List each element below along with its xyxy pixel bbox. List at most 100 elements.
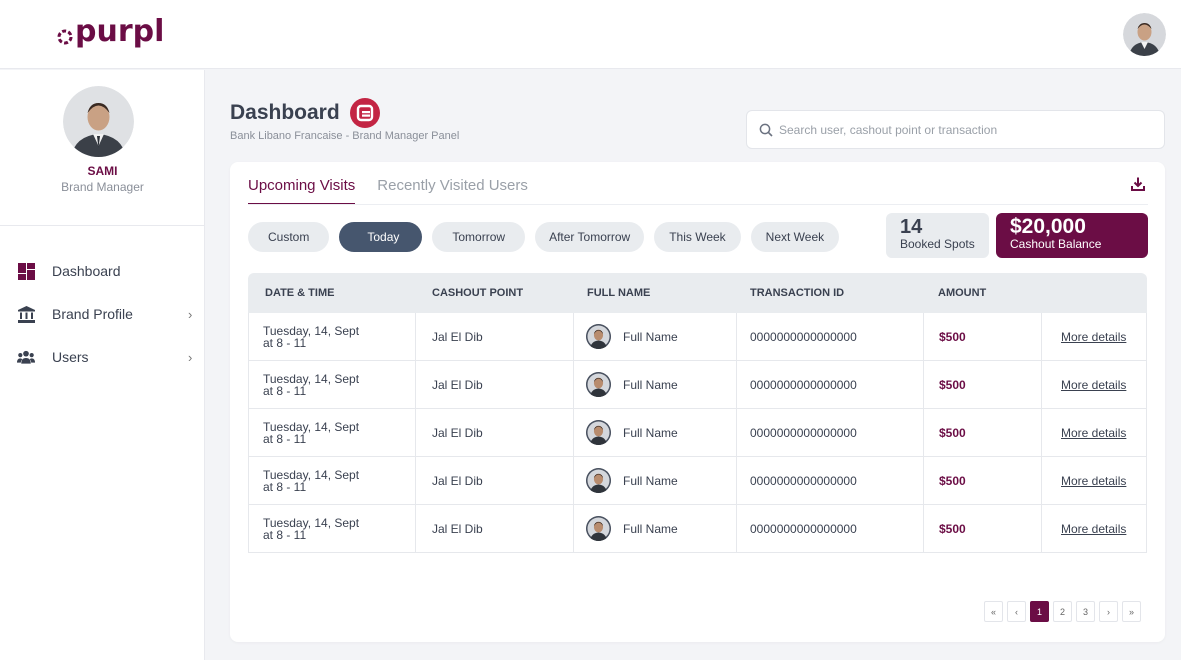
column-divider: [1041, 457, 1042, 504]
cashout-point-cell: Jal El Dib: [432, 521, 483, 536]
profile-avatar[interactable]: [63, 86, 134, 157]
users-icon: [17, 348, 35, 366]
amount-cell: $500: [939, 377, 966, 392]
transaction-id-cell: 0000000000000000: [750, 473, 857, 488]
date-time-cell: Tuesday, 14, Sept at 8 - 11: [263, 361, 359, 408]
booked-spots-stat: 14 Booked Spots: [886, 213, 989, 258]
table-row: Tuesday, 14, Sept at 8 - 11 Jal El Dib F…: [248, 361, 1147, 409]
column-divider: [923, 361, 924, 408]
full-name-cell: Full Name: [586, 313, 678, 360]
booked-spots-value: 14: [900, 216, 923, 238]
transaction-id-cell: 0000000000000000: [750, 521, 857, 536]
column-divider: [923, 505, 924, 552]
filter-this-week[interactable]: This Week: [654, 222, 741, 252]
date-time-cell: Tuesday, 14, Sept at 8 - 11: [263, 409, 359, 456]
user-avatar: [586, 516, 611, 541]
tab-upcoming-visits[interactable]: Upcoming Visits: [248, 174, 356, 205]
transaction-id-cell: 0000000000000000: [750, 425, 857, 440]
amount-cell: $500: [939, 521, 966, 536]
filter-next-week[interactable]: Next Week: [750, 222, 840, 252]
column-header: AMOUNT: [938, 287, 987, 299]
more-details-cell: More details: [1061, 457, 1126, 504]
column-divider: [1041, 409, 1042, 456]
column-divider: [573, 313, 574, 360]
cashout-balance-stat: $20,000 Cashout Balance: [996, 213, 1148, 258]
more-details-link[interactable]: More details: [1061, 378, 1126, 392]
transaction-id-cell: 0000000000000000: [750, 329, 857, 344]
more-details-link[interactable]: More details: [1061, 474, 1126, 488]
cashout-point-cell: Jal El Dib: [432, 329, 483, 344]
column-divider: [415, 409, 416, 456]
column-divider: [573, 505, 574, 552]
column-divider: [923, 313, 924, 360]
column-divider: [1041, 361, 1042, 408]
filter-tomorrow[interactable]: Tomorrow: [432, 222, 526, 252]
filter-after-tomorrow[interactable]: After Tomorrow: [535, 222, 645, 252]
sidebar-profile: SAMI Brand Manager: [0, 70, 205, 226]
more-details-link[interactable]: More details: [1061, 330, 1126, 344]
more-details-link[interactable]: More details: [1061, 426, 1126, 440]
cashout-balance-value: $20,000: [1010, 215, 1086, 238]
purpl-logo[interactable]: purpl: [56, 14, 164, 50]
date-time-cell: Tuesday, 14, Sept at 8 - 11: [263, 505, 359, 552]
user-avatar: [586, 420, 611, 445]
last-page-button[interactable]: »: [1122, 601, 1141, 622]
page-1-button[interactable]: 1: [1030, 601, 1049, 622]
search-input[interactable]: [779, 122, 1159, 137]
amount-cell: $500: [939, 473, 966, 488]
user-avatar: [586, 372, 611, 397]
page-3-button[interactable]: 3: [1076, 601, 1095, 622]
page-subtitle: Bank Libano Francaise - Brand Manager Pa…: [230, 130, 460, 142]
filter-custom[interactable]: Custom: [248, 222, 330, 252]
visit-time: at 8 - 11: [263, 383, 307, 398]
visit-time: at 8 - 11: [263, 431, 307, 446]
column-header: DATE & TIME: [265, 287, 335, 299]
visit-time: at 8 - 11: [263, 527, 307, 542]
amount-cell: $500: [939, 329, 966, 344]
column-divider: [736, 505, 737, 552]
date-filters: Custom Today Tomorrow After Tomorrow Thi…: [248, 222, 849, 252]
cashout-point-cell: Jal El Dib: [432, 473, 483, 488]
full-name-cell: Full Name: [586, 409, 678, 456]
visits-card: Upcoming Visits Recently Visited Users C…: [230, 162, 1165, 642]
profile-role: Brand Manager: [61, 180, 144, 194]
top-bar: purpl: [0, 0, 1181, 69]
column-divider: [736, 457, 737, 504]
filter-today[interactable]: Today: [339, 222, 423, 252]
bank-icon: [17, 305, 35, 323]
booked-spots-label: Booked Spots: [900, 237, 975, 251]
column-header: FULL NAME: [587, 287, 651, 299]
tab-recently-visited-users[interactable]: Recently Visited Users: [377, 174, 528, 205]
download-button[interactable]: [1125, 171, 1151, 197]
date-time-cell: Tuesday, 14, Sept at 8 - 11: [263, 313, 359, 360]
column-divider: [415, 361, 416, 408]
sidebar-item-users[interactable]: Users ›: [0, 342, 205, 372]
cashout-balance-label: Cashout Balance: [1010, 237, 1102, 251]
table-header: DATE & TIME CASHOUT POINT FULL NAME TRAN…: [248, 273, 1147, 313]
column-divider: [923, 457, 924, 504]
more-details-link[interactable]: More details: [1061, 522, 1126, 536]
sidebar-item-dashboard[interactable]: Dashboard: [0, 256, 205, 286]
sidebar-item-brand-profile[interactable]: Brand Profile ›: [0, 299, 205, 329]
tabs-divider: [248, 204, 1148, 205]
column-header: CASHOUT POINT: [432, 287, 524, 299]
table-row: Tuesday, 14, Sept at 8 - 11 Jal El Dib F…: [248, 409, 1147, 457]
visit-time: at 8 - 11: [263, 335, 307, 350]
visit-date: Tuesday, 14, Sept: [263, 467, 360, 482]
more-details-cell: More details: [1061, 409, 1126, 456]
prev-page-button[interactable]: ‹: [1007, 601, 1026, 622]
more-details-cell: More details: [1061, 361, 1126, 408]
page-title: Dashboard: [230, 101, 340, 124]
chevron-right-icon: ›: [188, 349, 193, 365]
top-user-avatar[interactable]: [1123, 13, 1166, 56]
column-divider: [736, 409, 737, 456]
table-row: Tuesday, 14, Sept at 8 - 11 Jal El Dib F…: [248, 313, 1147, 361]
user-full-name: Full Name: [623, 425, 678, 440]
download-icon: [1131, 177, 1145, 191]
first-page-button[interactable]: «: [984, 601, 1003, 622]
sidebar-item-label: Brand Profile: [52, 306, 133, 322]
table-row: Tuesday, 14, Sept at 8 - 11 Jal El Dib F…: [248, 505, 1147, 553]
more-details-cell: More details: [1061, 313, 1126, 360]
next-page-button[interactable]: ›: [1099, 601, 1118, 622]
page-2-button[interactable]: 2: [1053, 601, 1072, 622]
